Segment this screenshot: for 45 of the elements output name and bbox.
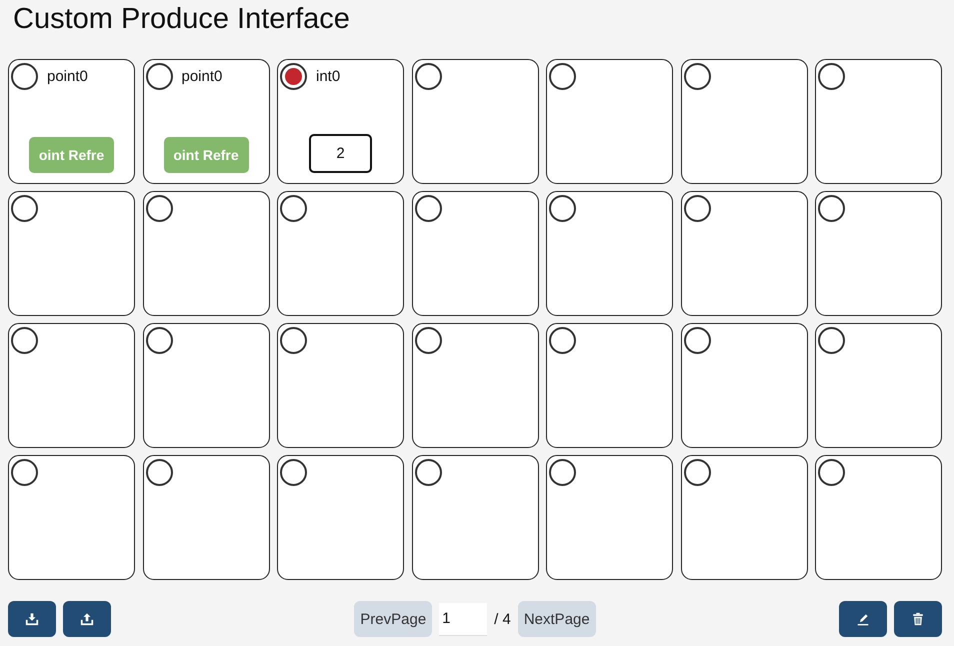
radio-button[interactable] bbox=[280, 459, 307, 486]
page-count: / 4 bbox=[494, 610, 511, 628]
upload-button[interactable] bbox=[63, 601, 111, 637]
radio-button[interactable] bbox=[549, 327, 576, 354]
page-title: Custom Produce Interface bbox=[12, 2, 350, 37]
radio-button[interactable] bbox=[146, 459, 172, 486]
radio-button[interactable] bbox=[11, 195, 38, 222]
radio-button[interactable] bbox=[11, 327, 38, 354]
radio-button[interactable] bbox=[146, 195, 172, 222]
radio-button[interactable] bbox=[684, 195, 710, 222]
radio-button[interactable] bbox=[280, 63, 307, 90]
edit-button[interactable] bbox=[839, 601, 887, 637]
radio-button[interactable] bbox=[818, 195, 845, 222]
radio-button[interactable] bbox=[549, 195, 576, 222]
radio-button[interactable] bbox=[684, 327, 710, 354]
radio-button[interactable] bbox=[414, 327, 442, 354]
slot-label: point0 bbox=[182, 68, 222, 85]
trash-icon bbox=[911, 612, 925, 626]
slot-label: int0 bbox=[316, 68, 340, 85]
radio-button[interactable] bbox=[818, 459, 845, 486]
delete-button[interactable] bbox=[894, 601, 942, 637]
radio-button[interactable] bbox=[146, 327, 172, 354]
radio-button[interactable] bbox=[414, 63, 442, 90]
radio-button[interactable] bbox=[280, 195, 307, 222]
next-page-button[interactable]: NextPage bbox=[518, 601, 596, 637]
radio-button[interactable] bbox=[818, 63, 845, 90]
radio-button[interactable] bbox=[549, 63, 576, 90]
radio-button[interactable] bbox=[684, 459, 710, 486]
radio-button[interactable] bbox=[11, 63, 38, 90]
prev-page-button[interactable]: PrevPage bbox=[354, 601, 432, 637]
radio-button[interactable] bbox=[549, 459, 576, 486]
radio-button[interactable] bbox=[414, 459, 442, 486]
radio-button[interactable] bbox=[414, 195, 442, 222]
pencil-icon bbox=[856, 612, 870, 626]
radio-button[interactable] bbox=[818, 327, 845, 354]
radio-button[interactable] bbox=[280, 327, 307, 354]
upload-icon bbox=[80, 612, 94, 626]
slot-label: point0 bbox=[47, 68, 88, 85]
radio-button[interactable] bbox=[11, 459, 38, 486]
download-icon bbox=[25, 612, 39, 626]
value-field[interactable]: 2 bbox=[309, 134, 372, 173]
radio-button[interactable] bbox=[146, 63, 172, 90]
page-field[interactable]: 1 bbox=[439, 602, 488, 636]
download-button[interactable] bbox=[8, 601, 56, 637]
radio-button[interactable] bbox=[684, 63, 710, 90]
